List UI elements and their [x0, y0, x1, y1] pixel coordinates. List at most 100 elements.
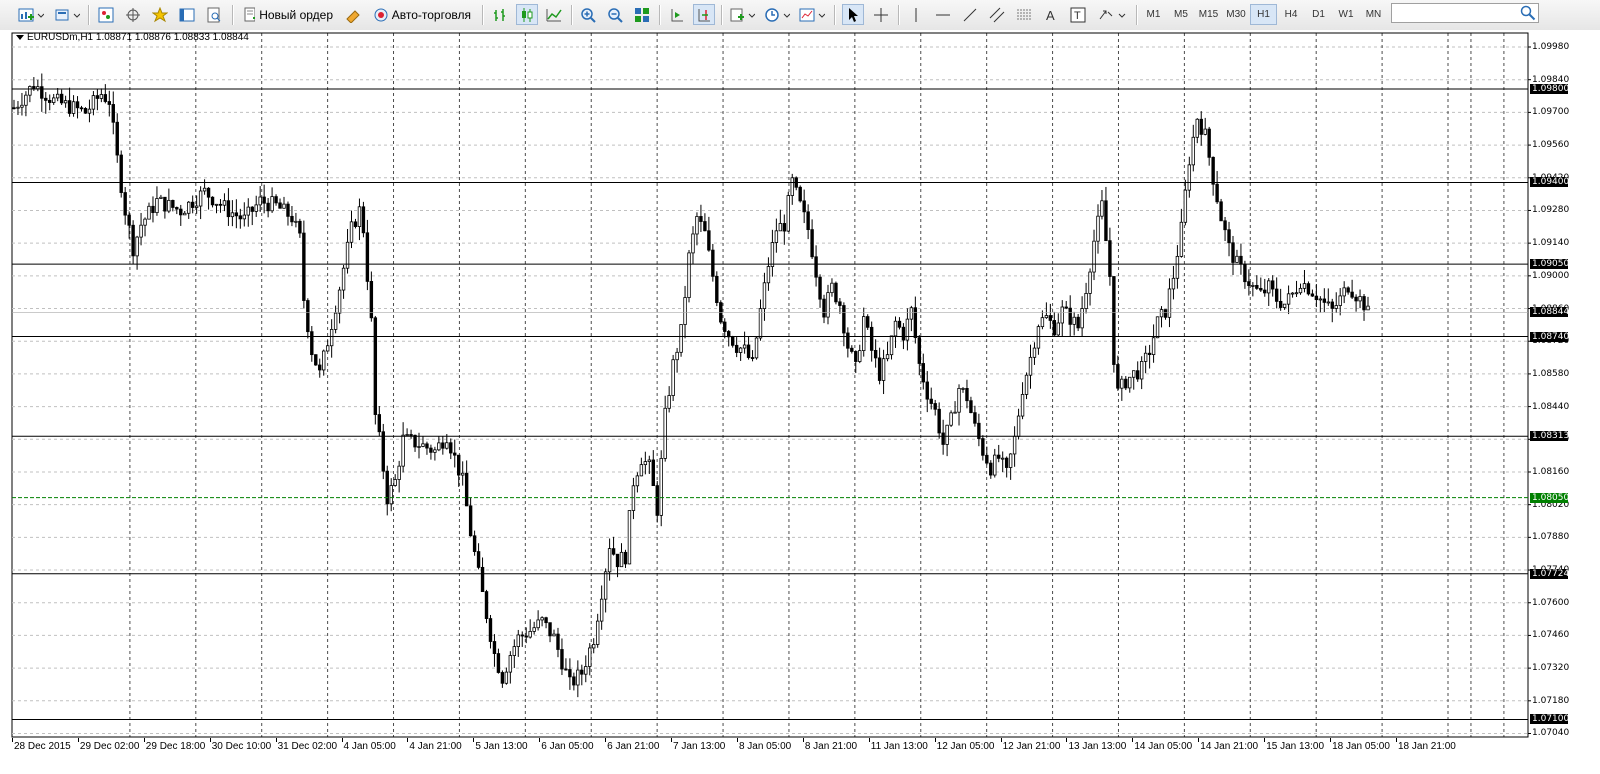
candle-body[interactable] [830, 282, 834, 294]
candle-body[interactable] [647, 459, 652, 462]
candle-body[interactable] [1052, 320, 1057, 336]
candle-body[interactable] [965, 388, 969, 402]
timeframe-m5-button[interactable]: M5 [1168, 4, 1195, 25]
candle-body[interactable] [357, 206, 362, 227]
candle-body[interactable] [723, 321, 727, 332]
candle-body[interactable] [1223, 220, 1227, 231]
candle-body[interactable] [897, 320, 902, 328]
candle-body[interactable] [627, 510, 632, 565]
candle-body[interactable] [750, 357, 755, 359]
candle-body[interactable] [421, 443, 425, 447]
candle-body[interactable] [373, 317, 378, 415]
candle-body[interactable] [67, 100, 72, 114]
candle-body[interactable] [397, 465, 401, 480]
candle-body[interactable] [1350, 291, 1354, 298]
candle-body[interactable] [175, 207, 179, 210]
candle-body[interactable] [210, 196, 215, 206]
candle-body[interactable] [131, 224, 135, 257]
candle-body[interactable] [250, 206, 254, 212]
candle-body[interactable] [651, 459, 655, 487]
candle-body[interactable] [869, 326, 874, 351]
line-chart-button[interactable] [543, 4, 565, 25]
candle-body[interactable] [1195, 118, 1199, 138]
candle-body[interactable] [814, 256, 818, 278]
candle-body[interactable] [1036, 326, 1041, 349]
candle-body[interactable] [532, 627, 536, 632]
candle-body[interactable] [595, 620, 600, 645]
candle-body[interactable] [1259, 287, 1263, 291]
candle-body[interactable] [111, 104, 115, 123]
candle-body[interactable] [770, 242, 775, 267]
candle-body[interactable] [1290, 292, 1295, 295]
candle-body[interactable] [1136, 370, 1140, 380]
candle-body[interactable] [484, 591, 489, 619]
candle-body[interactable] [865, 316, 870, 328]
candle-body[interactable] [1120, 378, 1124, 389]
candle-body[interactable] [508, 655, 513, 673]
candle-body[interactable] [453, 452, 457, 456]
candle-body[interactable] [941, 432, 945, 445]
candle-body[interactable] [1302, 283, 1307, 289]
candle-body[interactable] [560, 649, 564, 670]
arrows-tool-button[interactable] [1094, 4, 1130, 25]
candle-body[interactable] [1048, 315, 1053, 321]
candle-body[interactable] [147, 205, 151, 220]
candle-body[interactable] [449, 442, 453, 454]
text-tool-button[interactable]: A [1040, 4, 1062, 25]
candle-body[interactable] [325, 345, 330, 352]
candle-body[interactable] [218, 203, 223, 206]
candle-body[interactable] [314, 354, 318, 366]
candle-body[interactable] [183, 212, 187, 216]
candle-body[interactable] [917, 337, 922, 364]
candle-body[interactable] [1024, 374, 1029, 395]
candle-body[interactable] [766, 266, 771, 284]
candle-body[interactable] [921, 363, 925, 383]
candle-body[interactable] [36, 86, 40, 90]
candle-body[interactable] [190, 201, 195, 208]
candle-body[interactable] [95, 95, 100, 99]
candle-body[interactable] [318, 364, 322, 371]
candle-body[interactable] [1362, 296, 1366, 311]
candle-body[interactable] [945, 424, 949, 445]
candle-body[interactable] [834, 282, 838, 303]
candle-body[interactable] [933, 403, 937, 410]
candle-body[interactable] [341, 267, 346, 291]
candle-body[interactable] [1282, 303, 1287, 308]
candle-body[interactable] [429, 447, 433, 453]
candle-body[interactable] [1255, 284, 1259, 289]
candle-body[interactable] [1128, 376, 1132, 389]
candle-body[interactable] [774, 230, 779, 243]
candle-body[interactable] [969, 400, 973, 414]
candle-body[interactable] [472, 535, 477, 552]
candle-body[interactable] [1139, 361, 1144, 380]
candle-body[interactable] [937, 408, 941, 434]
candle-body[interactable] [957, 388, 961, 413]
candle-body[interactable] [1219, 201, 1223, 222]
candle-body[interactable] [1068, 307, 1072, 325]
candle-body[interactable] [599, 598, 604, 622]
candle-body[interactable] [1326, 301, 1330, 304]
candle-body[interactable] [1306, 283, 1311, 295]
candle-body[interactable] [580, 669, 584, 675]
candle-body[interactable] [16, 106, 20, 109]
candle-body[interactable] [1366, 305, 1370, 311]
candle-body[interactable] [1143, 352, 1148, 362]
candle-body[interactable] [953, 411, 957, 414]
candle-body[interactable] [997, 454, 1001, 459]
candle-body[interactable] [1346, 287, 1350, 293]
candle-body[interactable] [623, 551, 628, 565]
candle-body[interactable] [298, 220, 302, 234]
candle-body[interactable] [961, 388, 965, 390]
candle-body[interactable] [266, 202, 270, 212]
candle-body[interactable] [1016, 415, 1021, 437]
candle-body[interactable] [194, 205, 199, 208]
candle-body[interactable] [115, 121, 119, 156]
candle-body[interactable] [826, 292, 830, 318]
candle-body[interactable] [655, 485, 659, 516]
search-input[interactable] [1391, 3, 1539, 23]
candle-body[interactable] [254, 204, 258, 212]
candle-body[interactable] [206, 187, 211, 198]
candle-body[interactable] [1132, 370, 1136, 378]
candle-body[interactable] [659, 458, 663, 516]
candle-body[interactable] [1000, 457, 1005, 460]
